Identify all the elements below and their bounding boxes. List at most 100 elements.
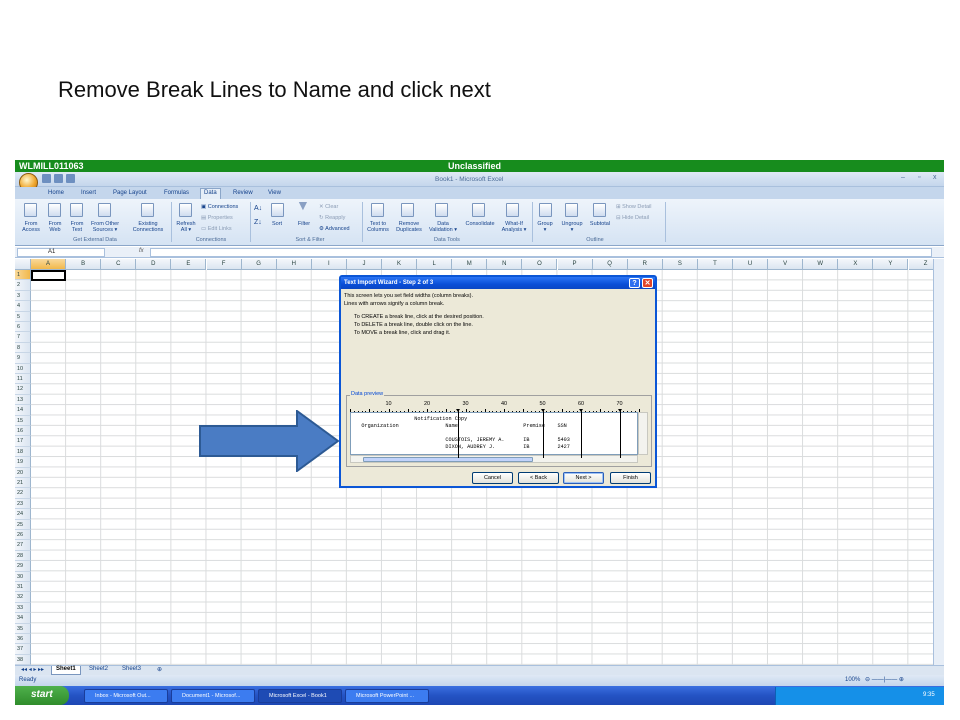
column-break-arrow-icon[interactable] [579,409,583,412]
column-header-b[interactable]: B [66,259,102,270]
column-header-o[interactable]: O [522,259,558,270]
row-header-32[interactable]: 32 [15,592,31,603]
row-header-25[interactable]: 25 [15,519,31,530]
text-to-columns-button[interactable]: Text to Columns [364,221,392,233]
column-break-line[interactable] [542,410,544,458]
advanced-button[interactable]: ⚙ Advanced [319,226,350,232]
column-header-w[interactable]: W [803,259,839,270]
row-header-34[interactable]: 34 [15,613,31,624]
column-break-arrow-icon[interactable] [540,409,545,412]
insert-sheet-icon[interactable]: ⊕ [153,666,166,675]
row-header-21[interactable]: 21 [15,478,31,489]
column-header-t[interactable]: T [697,259,733,270]
task-excel[interactable]: Microsoft Excel - Book1 [258,689,342,703]
sort-button[interactable]: Sort [267,221,287,227]
ungroup-button[interactable]: Ungroup ▾ [557,221,587,233]
row-header-20[interactable]: 20 [15,467,31,478]
column-header-f[interactable]: F [206,259,242,270]
from-web-button[interactable]: From Web [43,221,67,233]
row-header-10[interactable]: 10 [15,363,31,374]
close-icon[interactable]: ✕ [642,278,653,288]
column-header-v[interactable]: V [768,259,804,270]
column-header-g[interactable]: G [241,259,277,270]
row-header-1[interactable]: 1 [15,270,31,281]
task-powerpoint[interactable]: Microsoft PowerPoint ... [345,689,429,703]
from-other-sources-button[interactable]: From Other Sources ▾ [87,221,123,233]
remove-duplicates-button[interactable]: Remove Duplicates [392,221,426,233]
sheet-tab-sheet1[interactable]: Sheet1 [51,666,81,675]
tab-page-layout[interactable]: Page Layout [110,189,150,199]
existing-connections-button[interactable]: Existing Connections [127,221,169,233]
column-header-c[interactable]: C [101,259,137,270]
row-header-23[interactable]: 23 [15,498,31,510]
reapply-button[interactable]: ↻ Reapply [319,215,345,221]
save-icon[interactable] [42,174,51,183]
row-header-4[interactable]: 4 [15,301,31,312]
zoom-slider[interactable]: ⊖ ——|—— ⊕ [865,676,904,683]
row-header-26[interactable]: 26 [15,530,31,541]
vertical-scrollbar[interactable] [933,259,944,669]
minimize-icon[interactable]: – [901,174,905,181]
column-header-y[interactable]: Y [873,259,909,270]
column-header-k[interactable]: K [382,259,418,270]
task-outlook[interactable]: Inbox - Microsoft Out... [84,689,168,703]
row-header-38[interactable]: 38 [15,654,31,666]
properties-button[interactable]: ▤ Properties [201,215,233,221]
sort-az-icon[interactable]: A↓ [254,205,262,212]
column-header-j[interactable]: J [346,259,382,270]
preview-vertical-scrollbar[interactable] [638,412,648,455]
refresh-all-button[interactable]: Refresh All ▾ [173,221,199,233]
filter-button[interactable]: Filter [293,221,315,227]
preview-scroll-thumb[interactable] [363,457,533,462]
tab-review[interactable]: Review [230,189,256,199]
back-button[interactable]: < Back [518,472,559,484]
column-header-i[interactable]: I [311,259,347,270]
column-header-x[interactable]: X [838,259,874,270]
row-header-33[interactable]: 33 [15,602,31,614]
show-detail-button[interactable]: ⊞ Show Detail [616,204,652,210]
row-header-13[interactable]: 13 [15,394,31,406]
next-button[interactable]: Next > [563,472,604,484]
row-header-12[interactable]: 12 [15,384,31,395]
connections-button[interactable]: ▣ Connections [201,204,238,210]
select-all-corner[interactable] [15,259,31,270]
column-header-a[interactable]: A [31,259,67,270]
column-header-s[interactable]: S [662,259,698,270]
row-header-8[interactable]: 8 [15,342,31,354]
column-header-m[interactable]: M [452,259,488,270]
row-header-19[interactable]: 19 [15,457,31,468]
consolidate-button[interactable]: Consolidate [461,221,499,227]
row-header-27[interactable]: 27 [15,540,31,551]
row-header-22[interactable]: 22 [15,488,31,499]
column-header-d[interactable]: D [136,259,172,270]
row-header-30[interactable]: 30 [15,571,31,582]
row-header-6[interactable]: 6 [15,322,31,333]
row-header-35[interactable]: 35 [15,623,31,634]
column-header-h[interactable]: H [276,259,312,270]
column-header-n[interactable]: N [487,259,523,270]
column-header-u[interactable]: U [733,259,769,270]
column-break-line[interactable] [619,410,621,458]
row-header-9[interactable]: 9 [15,353,31,364]
name-box[interactable]: A1 [17,248,105,257]
undo-icon[interactable] [54,174,63,183]
selected-cell-a1[interactable] [31,270,66,281]
from-text-button[interactable]: From Text [66,221,88,233]
row-header-14[interactable]: 14 [15,405,31,416]
column-header-l[interactable]: L [417,259,453,270]
sheet-nav-arrows[interactable]: ◂◂ ◂ ▸ ▸▸ [17,666,48,675]
row-header-7[interactable]: 7 [15,332,31,343]
redo-icon[interactable] [66,174,75,183]
row-header-36[interactable]: 36 [15,634,31,645]
hide-detail-button[interactable]: ⊟ Hide Detail [616,215,649,221]
row-header-28[interactable]: 28 [15,550,31,562]
row-header-18[interactable]: 18 [15,446,31,458]
insert-function-icon[interactable]: fx [139,248,144,254]
subtotal-button[interactable]: Subtotal [587,221,613,227]
task-word[interactable]: Document1 - Microsof... [171,689,255,703]
column-header-q[interactable]: Q [592,259,628,270]
column-break-line[interactable] [581,410,582,458]
row-header-24[interactable]: 24 [15,509,31,520]
restore-icon[interactable]: ▫ [918,174,920,181]
data-validation-button[interactable]: Data Validation ▾ [426,221,460,233]
